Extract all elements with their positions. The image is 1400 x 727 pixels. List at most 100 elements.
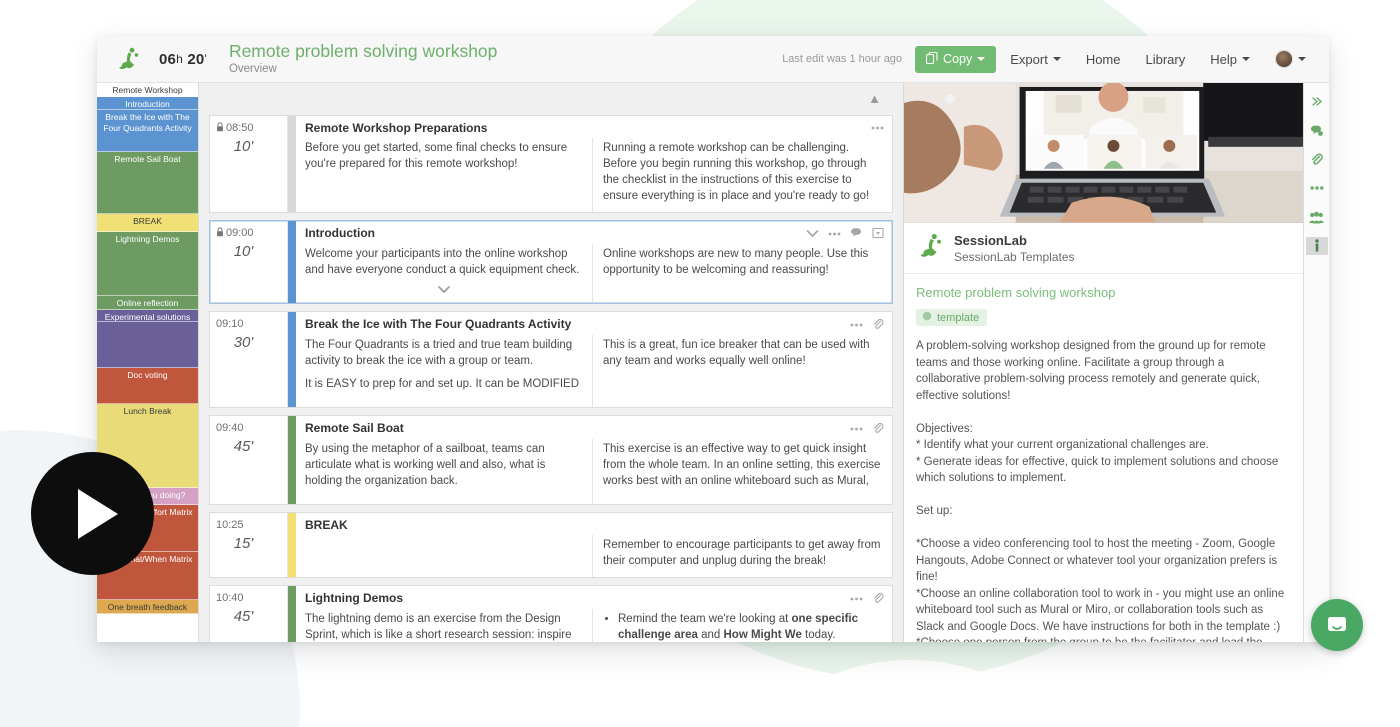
row-duration: 10' bbox=[233, 243, 254, 260]
chevron-up-icon[interactable]: ▲ bbox=[868, 92, 881, 105]
list-item: Remind the team we're looking at one spe… bbox=[618, 611, 882, 642]
more-icon[interactable] bbox=[1306, 179, 1328, 197]
lock-icon bbox=[216, 122, 224, 134]
chevron-down-icon[interactable] bbox=[806, 229, 819, 241]
minimap-block[interactable]: Doc voting bbox=[97, 368, 198, 404]
row-title: Break the Ice with The Four Quadrants Ac… bbox=[305, 317, 572, 331]
row-start-time: 10:25 bbox=[216, 519, 279, 531]
comment-icon[interactable] bbox=[850, 227, 863, 242]
session-duration: 06 h 20 ' bbox=[159, 36, 225, 82]
toolbar-actions: Last edit was 1 hour ago Copy Export Hom… bbox=[782, 36, 1329, 82]
row-notes-text: Online workshops are new to many people.… bbox=[603, 248, 869, 276]
sessionlab-logo-icon[interactable] bbox=[97, 36, 159, 82]
row-description-text: The lightning demo is an exercise from t… bbox=[305, 613, 572, 641]
avatar bbox=[1275, 50, 1293, 68]
minimap-block[interactable]: Break the Ice with The Four Quadrants Ac… bbox=[97, 110, 198, 152]
user-menu[interactable] bbox=[1264, 44, 1317, 74]
row-start-time-label: 09:10 bbox=[216, 318, 244, 330]
minimap-block[interactable]: Introduction bbox=[97, 97, 198, 110]
row-duration: 45' bbox=[233, 438, 254, 455]
more-icon[interactable] bbox=[850, 319, 863, 333]
row-header: BREAK bbox=[296, 513, 892, 535]
library-label: Library bbox=[1145, 51, 1186, 67]
attachment-icon[interactable] bbox=[872, 592, 884, 607]
copy-icon bbox=[925, 51, 938, 67]
home-link[interactable]: Home bbox=[1075, 46, 1132, 73]
minimap-block[interactable]: Experimental solutions bbox=[97, 310, 198, 322]
copy-button[interactable]: Copy bbox=[915, 45, 997, 73]
row-columns: Before you get started, some final check… bbox=[296, 138, 892, 212]
row-notes-text: This is a great, fun ice breaker that ca… bbox=[603, 339, 870, 367]
chat-bubble-icon[interactable] bbox=[1311, 599, 1363, 651]
slide-icon[interactable] bbox=[872, 227, 884, 242]
page-title: Remote problem solving workshop bbox=[228, 40, 498, 61]
status-badge-label: template bbox=[937, 311, 980, 324]
agenda-row[interactable]: 10:25 15' BREAK Remember to encourage parti… bbox=[209, 512, 893, 578]
row-title: BREAK bbox=[305, 518, 348, 532]
row-description: Before you get started, some final check… bbox=[296, 138, 592, 212]
row-notes: Running a remote workshop can be challen… bbox=[592, 138, 892, 212]
agenda-row[interactable]: 09:00 10' Introduction Welcome your partici… bbox=[209, 220, 893, 304]
play-button-icon[interactable] bbox=[31, 452, 154, 575]
sessionlab-logo-icon bbox=[916, 232, 944, 265]
last-edit-label: Last edit was 1 hour ago bbox=[782, 53, 903, 65]
row-columns: By using the metaphor of a sailboat, tea… bbox=[296, 439, 892, 504]
minimap-block[interactable]: Remote Sail Boat bbox=[97, 152, 198, 214]
row-time-cell: 10:40 45' bbox=[210, 586, 288, 642]
minimap-block[interactable]: Lightning Demos bbox=[97, 232, 198, 296]
attachment-icon[interactable] bbox=[1306, 150, 1328, 168]
minimap-block-label: Experimental solutions bbox=[104, 312, 191, 322]
row-duration: 45' bbox=[233, 608, 254, 625]
minimap-block[interactable]: Online reflection bbox=[97, 296, 198, 310]
template-author-name: SessionLab bbox=[954, 232, 1027, 248]
row-start-time-label: 09:40 bbox=[216, 422, 244, 434]
row-description-text-2: It is EASY to prep for and set up. It ca… bbox=[305, 378, 579, 390]
agenda-rows: 08:50 10' Remote Workshop Preparations Befo… bbox=[199, 115, 903, 642]
minimap-block-label: Remote Sail Boat bbox=[114, 154, 181, 164]
agenda-row[interactable]: 08:50 10' Remote Workshop Preparations Befo… bbox=[209, 115, 893, 213]
agenda-row[interactable]: 09:40 45' Remote Sail Boat By using the met… bbox=[209, 415, 893, 505]
library-link[interactable]: Library bbox=[1135, 46, 1197, 73]
chevron-down-icon[interactable] bbox=[305, 285, 582, 295]
row-notes: Remember to encourage participants to ge… bbox=[592, 535, 892, 577]
agenda-row[interactable]: 10:40 45' Lightning Demos The lightning dem… bbox=[209, 585, 893, 642]
row-notes-text: Running a remote workshop can be challen… bbox=[603, 142, 870, 202]
minimap-block-label: Doc voting bbox=[127, 370, 168, 380]
row-description: The lightning demo is an exercise from t… bbox=[296, 609, 592, 642]
chevrons-right-icon[interactable] bbox=[1306, 92, 1328, 110]
help-menu[interactable]: Help bbox=[1199, 46, 1261, 73]
row-time-cell: 10:25 15' bbox=[210, 513, 288, 577]
agenda-panel: ▲ 08:50 10' Remote Workshop Preparations Be… bbox=[199, 83, 903, 642]
minimap-block[interactable]: One breath feedback bbox=[97, 600, 198, 614]
more-icon[interactable] bbox=[828, 228, 841, 242]
duration-minutes-unit: ' bbox=[204, 52, 207, 66]
template-title-link[interactable]: Remote problem solving workshop bbox=[916, 284, 1291, 302]
row-duration: 10' bbox=[233, 138, 254, 155]
participants-icon[interactable] bbox=[1306, 208, 1328, 226]
export-menu[interactable]: Export bbox=[999, 46, 1072, 73]
row-time-cell: 08:50 10' bbox=[210, 116, 288, 212]
row-start-time-label: 10:40 bbox=[216, 592, 244, 604]
minimap-block[interactable] bbox=[97, 322, 198, 368]
row-color-bar bbox=[288, 116, 296, 212]
row-start-time-label: 09:00 bbox=[226, 227, 254, 239]
globe-icon bbox=[921, 311, 933, 324]
row-columns: The Four Quadrants is a tried and true t… bbox=[296, 335, 892, 407]
row-time-cell: 09:10 30' bbox=[210, 312, 288, 407]
row-color-bar bbox=[288, 221, 296, 303]
more-icon[interactable] bbox=[871, 122, 884, 136]
minimap-block[interactable]: BREAK bbox=[97, 214, 198, 232]
video-conference-photo bbox=[904, 83, 1303, 223]
minimap-block[interactable]: Remote Workshop bbox=[97, 83, 198, 97]
comment-icon[interactable] bbox=[1306, 121, 1328, 139]
more-icon[interactable] bbox=[850, 593, 863, 607]
more-icon[interactable] bbox=[850, 423, 863, 437]
row-content: Remote Sail Boat By using the metaphor of… bbox=[296, 416, 892, 504]
row-description bbox=[296, 535, 592, 577]
agenda-row[interactable]: 09:10 30' Break the Ice with The Four Quad… bbox=[209, 311, 893, 408]
row-start-time: 08:50 bbox=[216, 122, 279, 134]
attachment-icon[interactable] bbox=[872, 318, 884, 333]
info-icon[interactable] bbox=[1305, 237, 1328, 255]
attachment-icon[interactable] bbox=[872, 422, 884, 437]
row-color-bar bbox=[288, 586, 296, 642]
